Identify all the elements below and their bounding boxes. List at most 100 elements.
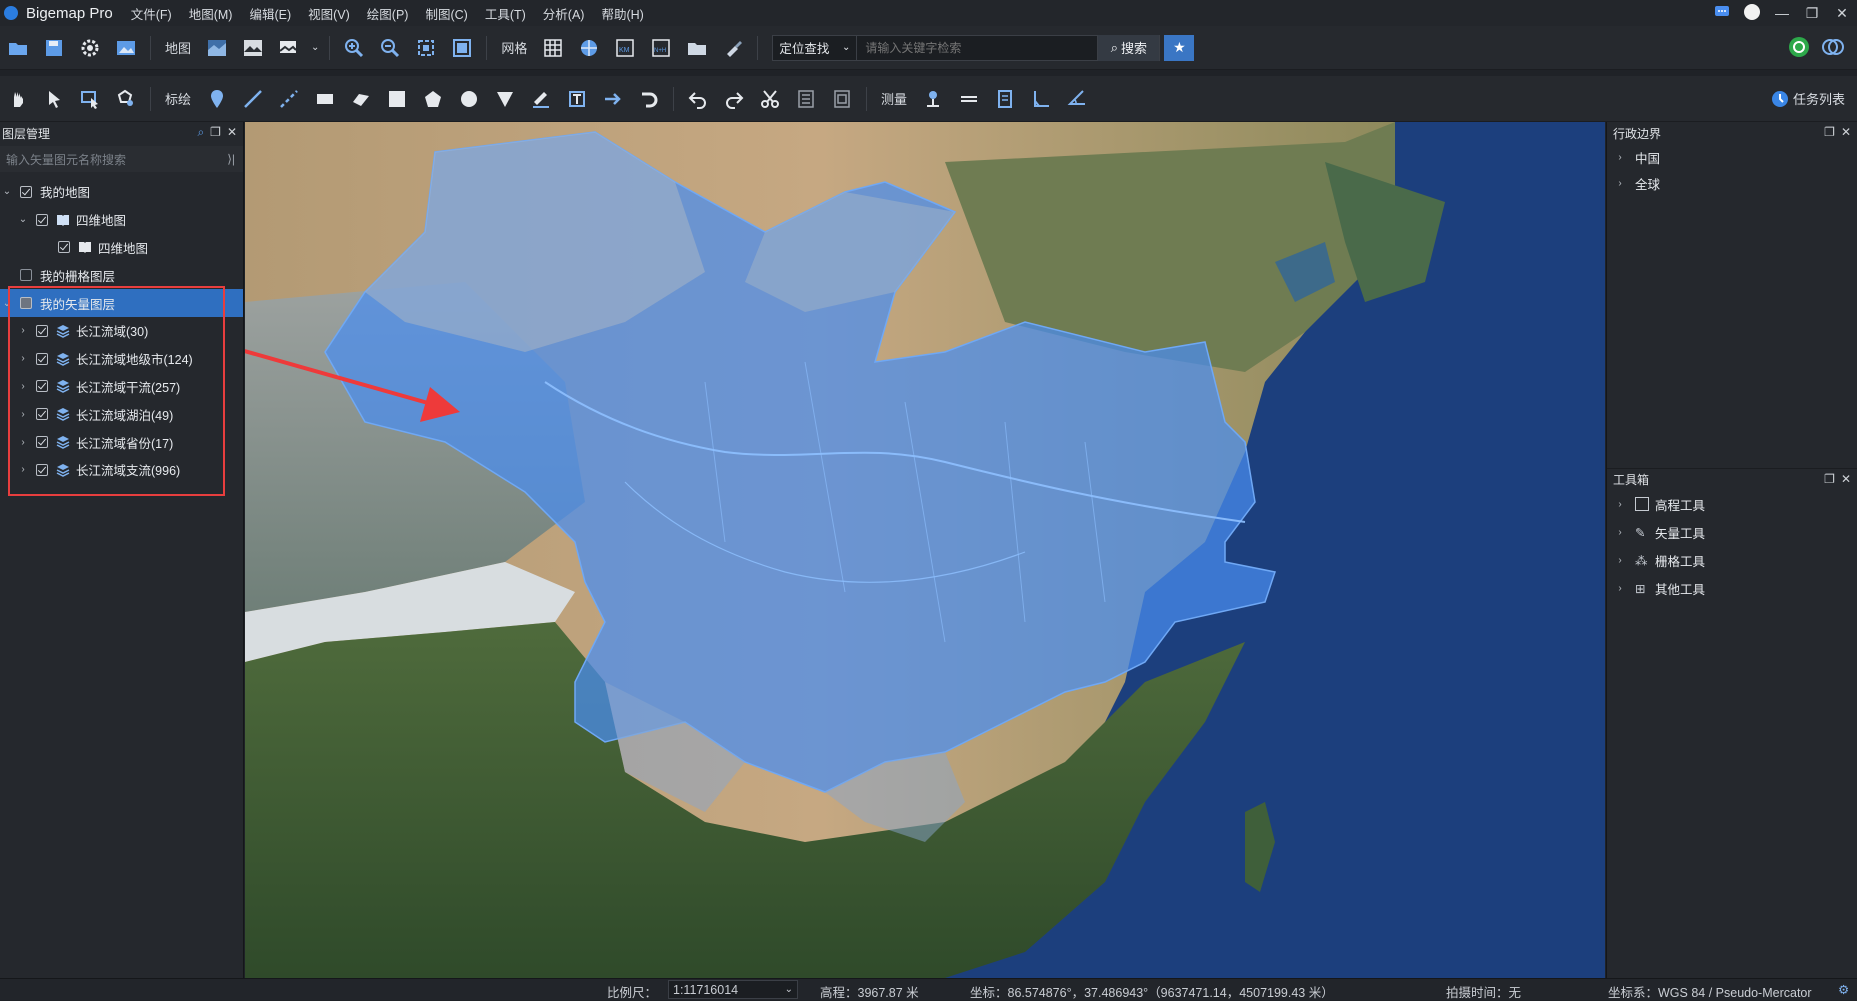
pentagon-icon[interactable] xyxy=(420,86,446,112)
close-panel-icon[interactable]: ✕ xyxy=(227,125,237,140)
user-avatar-icon[interactable] xyxy=(1737,3,1767,24)
task-list-button[interactable]: 任务列表 xyxy=(1771,89,1845,108)
scale-select[interactable]: 1:11716014 ⌄ xyxy=(668,980,798,999)
layer-checkbox[interactable] xyxy=(20,269,32,282)
layer-checkbox[interactable] xyxy=(58,241,70,254)
layer-filter-input[interactable]: 输入矢量图元名称搜索 ⟩| xyxy=(0,146,243,172)
area-measure-icon[interactable] xyxy=(992,86,1018,112)
chat-icon[interactable] xyxy=(1707,5,1737,22)
close-panel-icon[interactable]: ✕ xyxy=(1841,125,1851,139)
toolbox-vector[interactable]: › ✎ 矢量工具 xyxy=(1607,518,1857,546)
chevron-right-icon[interactable]: › xyxy=(1613,178,1627,189)
layer-checkbox[interactable] xyxy=(36,213,48,226)
open-folder-icon[interactable] xyxy=(5,35,31,61)
globe-grid-icon[interactable] xyxy=(576,35,602,61)
sync-icon[interactable] xyxy=(1787,35,1811,59)
menu-edit[interactable]: 编辑(E) xyxy=(249,4,291,23)
grid-label[interactable]: 网格 xyxy=(501,38,527,57)
text-edit-icon[interactable] xyxy=(528,86,554,112)
map-canvas[interactable] xyxy=(245,122,1605,978)
chevron-down-icon[interactable]: ⌄ xyxy=(16,214,30,225)
zoom-in-icon[interactable] xyxy=(341,35,367,61)
annotate-label[interactable]: 标绘 xyxy=(165,89,191,108)
select-pointer-icon[interactable] xyxy=(41,86,67,112)
zoom-out-icon[interactable] xyxy=(377,35,403,61)
settings-gear-icon[interactable] xyxy=(77,35,103,61)
curved-arrow-icon[interactable] xyxy=(636,86,662,112)
menu-help[interactable]: 帮助(H) xyxy=(601,4,643,23)
paste-icon[interactable] xyxy=(829,86,855,112)
box-select-icon[interactable] xyxy=(77,86,103,112)
measure-label[interactable]: 测量 xyxy=(881,89,907,108)
layer-switch-icon[interactable] xyxy=(276,35,302,61)
km-grid-icon[interactable]: KM xyxy=(612,35,638,61)
map-label[interactable]: 地图 xyxy=(165,38,191,57)
copy-icon[interactable] xyxy=(793,86,819,112)
dashed-line-icon[interactable] xyxy=(276,86,302,112)
scissors-icon[interactable] xyxy=(757,86,783,112)
admin-item-china[interactable]: › 中国 xyxy=(1607,144,1857,170)
toolbox-other[interactable]: › ⊞ 其他工具 xyxy=(1607,574,1857,602)
circle-icon[interactable] xyxy=(456,86,482,112)
image-icon[interactable] xyxy=(113,35,139,61)
brush-icon[interactable] xyxy=(720,35,746,61)
marker-icon[interactable] xyxy=(204,86,230,112)
minimize-button[interactable]: — xyxy=(1767,5,1797,21)
menu-draw[interactable]: 绘图(P) xyxy=(367,4,409,23)
save-icon[interactable] xyxy=(41,35,67,61)
undo-icon[interactable] xyxy=(685,86,711,112)
full-extent-icon[interactable] xyxy=(449,35,475,61)
close-panel-icon[interactable]: ✕ xyxy=(1841,472,1851,486)
compare-icon[interactable] xyxy=(1821,35,1845,59)
menu-map[interactable]: 地图(M) xyxy=(189,4,233,23)
restore-button[interactable]: ❐ xyxy=(1797,5,1827,22)
tree-item-siwei-map[interactable]: 四维地图 xyxy=(0,234,243,262)
line-icon[interactable] xyxy=(240,86,266,112)
float-panel-icon[interactable]: ❐ xyxy=(1824,472,1835,486)
text-icon[interactable] xyxy=(564,86,590,112)
chevron-down-icon[interactable]: ⌄ xyxy=(0,186,14,197)
crs-settings-icon[interactable]: ⚙ xyxy=(1838,982,1849,997)
satellite-map-icon[interactable] xyxy=(204,35,230,61)
polygon-select-icon[interactable] xyxy=(113,86,139,112)
float-panel-icon[interactable]: ❐ xyxy=(210,125,221,140)
search-button[interactable]: ⌕ 搜索 xyxy=(1097,34,1160,61)
grid-icon[interactable] xyxy=(540,35,566,61)
float-panel-icon[interactable]: ❐ xyxy=(1824,125,1835,139)
favorite-star-icon[interactable]: ★ xyxy=(1164,34,1195,61)
search-icon[interactable]: ⌕ xyxy=(197,125,204,140)
chevron-right-icon[interactable]: › xyxy=(1613,583,1627,594)
coordinate-measure-icon[interactable] xyxy=(1028,86,1054,112)
menu-analysis[interactable]: 分析(A) xyxy=(543,4,585,23)
menu-view[interactable]: 视图(V) xyxy=(308,4,350,23)
terrain-map-icon[interactable] xyxy=(240,35,266,61)
toolbox-elevation[interactable]: › 高程工具 xyxy=(1607,490,1857,518)
redo-icon[interactable] xyxy=(721,86,747,112)
menu-cartography[interactable]: 制图(C) xyxy=(425,4,467,23)
arrow-icon[interactable] xyxy=(600,86,626,112)
chevron-right-icon[interactable]: › xyxy=(1613,527,1627,538)
zoom-extent-icon[interactable] xyxy=(413,35,439,61)
chevron-right-icon[interactable]: › xyxy=(1613,499,1627,510)
admin-item-global[interactable]: › 全球 xyxy=(1607,170,1857,196)
pan-hand-icon[interactable] xyxy=(5,86,31,112)
freehand-polygon-icon[interactable] xyxy=(348,86,374,112)
collapse-icon[interactable]: ⟩| xyxy=(227,152,235,166)
close-window-button[interactable]: ✕ xyxy=(1827,5,1857,22)
toolbox-raster[interactable]: › ⁂ 栅格工具 xyxy=(1607,546,1857,574)
sector-icon[interactable] xyxy=(492,86,518,112)
tree-item-my-map[interactable]: ⌄ 我的地图 xyxy=(0,178,243,206)
satellite-map[interactable] xyxy=(245,122,1605,978)
chevron-down-icon[interactable]: ⌄ xyxy=(311,42,319,53)
chevron-right-icon[interactable]: › xyxy=(1613,555,1627,566)
nh-grid-icon[interactable]: N+H xyxy=(648,35,674,61)
search-input[interactable] xyxy=(857,35,1098,60)
tree-item-siwei-group[interactable]: ⌄ 四维地图 xyxy=(0,206,243,234)
chevron-right-icon[interactable]: › xyxy=(1613,152,1627,163)
menu-tools[interactable]: 工具(T) xyxy=(485,4,526,23)
search-mode-select[interactable]: 定位查找 ⌄ xyxy=(773,35,858,60)
rectangle-icon[interactable] xyxy=(312,86,338,112)
square-icon[interactable] xyxy=(384,86,410,112)
layer-checkbox[interactable] xyxy=(20,185,32,198)
distance-measure-icon[interactable] xyxy=(956,86,982,112)
